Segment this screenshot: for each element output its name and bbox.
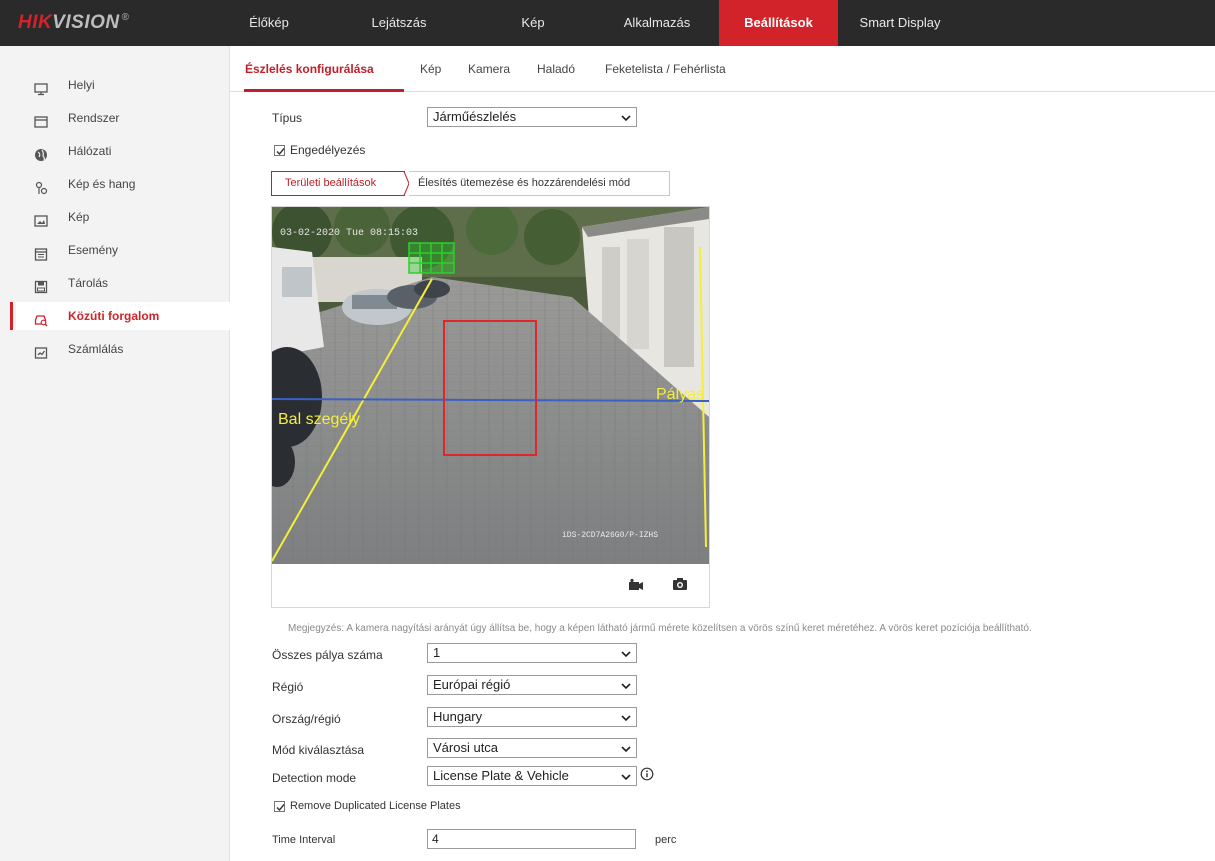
sidebar-item-road-traffic[interactable]: Közúti forgalom	[10, 302, 230, 330]
sidebar-item-label: Közúti forgalom	[68, 309, 160, 323]
enable-label: Engedélyezés	[290, 143, 366, 157]
detection-mode-label: Detection mode	[272, 771, 357, 785]
sidebar-item-storage[interactable]: Tárolás	[16, 269, 230, 297]
region-select-value: Európai régió	[433, 677, 511, 692]
sidebar-item-label: Rendszer	[68, 111, 120, 125]
sidebar-item-label: Esemény	[68, 243, 119, 257]
image-icon	[34, 210, 48, 227]
counting-icon	[34, 342, 48, 359]
nav-playback[interactable]: Lejátszás	[362, 0, 436, 46]
camera-model-osd: iDS-2CD7A26G0/P-IZHS	[562, 531, 658, 540]
chevron-down-icon	[620, 647, 632, 659]
storage-icon	[34, 276, 48, 294]
time-interval-unit: perc	[655, 834, 677, 846]
globe-icon	[34, 144, 48, 161]
chevron-down-icon	[620, 679, 632, 691]
country-label: Ország/régió	[272, 712, 341, 726]
tab-area-settings[interactable]: Területi beállítások	[271, 171, 405, 196]
chevron-down-icon	[620, 770, 632, 782]
nav-smart-display[interactable]: Smart Display	[850, 0, 950, 46]
tab-advanced[interactable]: Haladó	[537, 62, 575, 76]
lane-label: Pályas	[656, 386, 704, 403]
sub-tab-bar: Észlelés konfigurálása Kép Kamera Haladó…	[230, 46, 1215, 92]
time-interval-label: Time Interval	[272, 834, 336, 846]
chevron-down-icon	[620, 111, 632, 123]
lanes-select[interactable]: 1	[427, 643, 637, 663]
nav-configuration[interactable]: Beállítások	[719, 0, 838, 46]
detection-mode-select-value: License Plate & Vehicle	[433, 768, 569, 783]
chevron-down-icon	[620, 742, 632, 754]
nav-application[interactable]: Alkalmazás	[612, 0, 702, 46]
sidebar-item-label: Tárolás	[68, 276, 109, 290]
sidebar	[0, 46, 230, 861]
remove-duplicated-plates-label: Remove Duplicated License Plates	[290, 800, 461, 812]
tab-camera[interactable]: Kamera	[468, 62, 510, 76]
remove-duplicated-plates-checkbox[interactable]	[274, 801, 285, 812]
car-search-icon	[34, 309, 48, 327]
video-audio-icon	[34, 177, 48, 195]
region-label: Régió	[272, 680, 304, 694]
country-select-value: Hungary	[433, 709, 483, 724]
tab-detection-config[interactable]: Észlelés konfigurálása	[245, 62, 374, 76]
tab-image[interactable]: Kép	[420, 62, 441, 76]
video-toolbar	[272, 564, 709, 607]
tab-arming-schedule[interactable]: Élesítés ütemezése és hozzárendelési mód	[409, 171, 670, 196]
sidebar-item-network[interactable]: Hálózati	[16, 137, 230, 165]
sidebar-item-counting[interactable]: Számlálás	[16, 335, 230, 363]
sidebar-item-label: Számlálás	[68, 342, 124, 356]
hikvision-logo: HIKVISION ®	[18, 12, 130, 33]
calendar-icon	[34, 243, 48, 261]
region-select[interactable]: Európai régió	[427, 675, 637, 695]
type-select-value: Járműészlelés	[433, 109, 517, 124]
system-icon	[34, 111, 48, 128]
note-text: Megjegyzés: A kamera nagyítási arányát ú…	[288, 623, 1032, 634]
osd-timestamp: 03-02-2020 Tue 08:15:03	[280, 228, 418, 239]
type-label: Típus	[272, 111, 303, 125]
type-select[interactable]: Járműészlelés	[427, 107, 637, 127]
nav-picture[interactable]: Kép	[510, 0, 556, 46]
chevron-down-icon	[620, 711, 632, 723]
lanes-select-value: 1	[433, 645, 441, 660]
tab-blacklist-whitelist[interactable]: Feketelista / Fehérlista	[605, 62, 726, 76]
mode-select[interactable]: Városi utca	[427, 738, 637, 758]
sidebar-item-video-audio[interactable]: Kép és hang	[16, 170, 230, 198]
nav-live-view[interactable]: Élőkép	[243, 0, 295, 46]
active-tab-underline	[244, 89, 404, 92]
camera-snapshot-icon[interactable]	[672, 577, 688, 591]
enable-checkbox[interactable]	[274, 145, 285, 156]
mode-select-value: Városi utca	[433, 740, 499, 755]
sidebar-item-label: Helyi	[68, 78, 95, 92]
detection-mode-select[interactable]: License Plate & Vehicle	[427, 766, 637, 786]
sidebar-item-label: Kép	[68, 210, 90, 224]
monitor-icon	[34, 78, 48, 96]
sidebar-item-local[interactable]: Helyi	[16, 71, 230, 99]
record-icon[interactable]	[628, 578, 644, 592]
sidebar-item-system[interactable]: Rendszer	[16, 104, 230, 132]
top-navigation-bar: HIKVISION ® Élőkép Lejátszás Kép Alkalmaz…	[0, 0, 1215, 46]
country-select[interactable]: Hungary	[427, 707, 637, 727]
time-interval-input[interactable]: 4	[427, 829, 636, 849]
left-edge-label: Bal szegély	[278, 411, 360, 428]
step-arrow-icon	[396, 171, 410, 196]
live-video[interactable]: 03-02-2020 Tue 08:15:03 Bal szegély Pály…	[272, 207, 709, 564]
mode-label: Mód kiválasztása	[272, 743, 365, 757]
sidebar-item-event[interactable]: Esemény	[16, 236, 230, 264]
sidebar-item-label: Kép és hang	[68, 177, 136, 191]
sidebar-item-label: Hálózati	[68, 144, 112, 158]
lanes-label: Összes pálya száma	[272, 648, 383, 662]
info-icon[interactable]	[640, 767, 654, 781]
sidebar-item-image[interactable]: Kép	[16, 203, 230, 231]
